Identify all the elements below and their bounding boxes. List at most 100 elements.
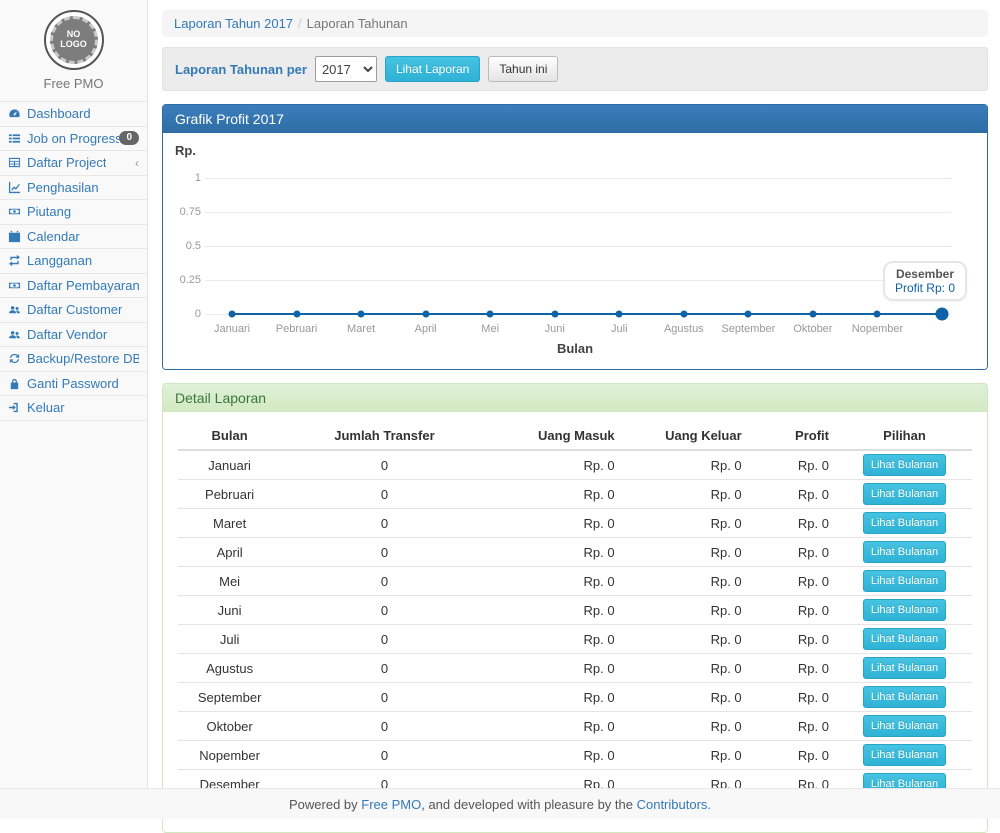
sidebar-item-label: Keluar	[27, 400, 65, 415]
cell-jt: 0	[281, 450, 487, 480]
cell-bulan: Juli	[178, 625, 281, 654]
sidebar-item-calendar[interactable]: Calendar	[0, 225, 147, 250]
data-point-agustus[interactable]	[680, 311, 687, 318]
cell-jt: 0	[281, 683, 487, 712]
x-tick-label: Juni	[545, 323, 565, 335]
data-point-pebruari[interactable]	[293, 311, 300, 318]
detail-report-panel: Detail Laporan Bulan Jumlah Transfer Uan…	[162, 383, 988, 833]
job-count-badge: 0	[119, 131, 139, 145]
year-select[interactable]: 2017	[315, 56, 377, 82]
sidebar-item-label: Piutang	[27, 204, 71, 219]
sidebar-item-label: Daftar Project	[27, 155, 106, 170]
cell-um: Rp. 0	[488, 509, 623, 538]
lihat-bulanan-button-juli[interactable]: Lihat Bulanan	[863, 628, 946, 650]
monthly-report-table: Bulan Jumlah Transfer Uang Masuk Uang Ke…	[178, 422, 972, 820]
lihat-laporan-button[interactable]: Lihat Laporan	[385, 56, 480, 82]
cell-pilihan: Lihat Bulanan	[837, 480, 972, 509]
lihat-bulanan-button-april[interactable]: Lihat Bulanan	[863, 541, 946, 563]
cell-um: Rp. 0	[488, 741, 623, 770]
lihat-bulanan-button-mei[interactable]: Lihat Bulanan	[863, 570, 946, 592]
data-point-april[interactable]	[422, 311, 429, 318]
logo-box: NO LOGO Free PMO	[0, 0, 147, 101]
cell-uk: Rp. 0	[623, 538, 750, 567]
x-tick-label: September	[721, 323, 775, 335]
sidebar-item-piutang[interactable]: Piutang	[0, 200, 147, 225]
y-tick-label: 0.5	[175, 240, 201, 252]
y-tick-label: 0	[175, 308, 201, 320]
cell-pilihan: Lihat Bulanan	[837, 567, 972, 596]
table-row: April0Rp. 0Rp. 0Rp. 0Lihat Bulanan	[178, 538, 972, 567]
lihat-bulanan-button-juni[interactable]: Lihat Bulanan	[863, 599, 946, 621]
cell-jt: 0	[281, 654, 487, 683]
sidebar-item-daftar-pembayaran[interactable]: Daftar Pembayaran	[0, 274, 147, 299]
footer-link-free-pmo[interactable]: Free PMO	[361, 797, 421, 812]
data-point-juni[interactable]	[551, 311, 558, 318]
data-point-juli[interactable]	[616, 311, 623, 318]
cell-pilihan: Lihat Bulanan	[837, 654, 972, 683]
cell-pilihan: Lihat Bulanan	[837, 596, 972, 625]
col-header-uang-keluar: Uang Keluar	[623, 422, 750, 450]
cell-bulan: Juni	[178, 596, 281, 625]
refresh-icon	[8, 352, 22, 365]
cell-uk: Rp. 0	[623, 596, 750, 625]
sidebar-item-daftar-customer[interactable]: Daftar Customer	[0, 298, 147, 323]
sidebar-item-ganti-password[interactable]: Ganti Password	[0, 372, 147, 397]
data-point-mei[interactable]	[487, 311, 494, 318]
data-point-nopember[interactable]	[874, 311, 881, 318]
sidebar-item-job-on-progress[interactable]: Job on Progress 0	[0, 127, 147, 152]
sidebar-item-label: Daftar Vendor	[27, 327, 107, 342]
lihat-bulanan-button-nopember[interactable]: Lihat Bulanan	[863, 744, 946, 766]
cell-uk: Rp. 0	[623, 712, 750, 741]
sidebar-item-daftar-project[interactable]: Daftar Project ‹	[0, 151, 147, 176]
brand-name: Free PMO	[0, 76, 147, 91]
lihat-bulanan-button-september[interactable]: Lihat Bulanan	[863, 686, 946, 708]
sidebar-item-backup-restore-db[interactable]: Backup/Restore DB	[0, 347, 147, 372]
sidebar-item-penghasilan[interactable]: Penghasilan	[0, 176, 147, 201]
profit-chart-panel: Grafik Profit 2017 Rp. 10.750.50.250 Jan…	[162, 104, 988, 370]
footer-link-contributors[interactable]: Contributors.	[637, 797, 711, 812]
chart-tooltip: Desember Profit Rp: 0	[883, 261, 967, 301]
cell-bulan: Mei	[178, 567, 281, 596]
app-window: NO LOGO Free PMO Dashboard Job on Progre…	[0, 0, 1000, 819]
cell-um: Rp. 0	[488, 712, 623, 741]
gridline-row: 0.25	[175, 272, 951, 288]
tahun-ini-button[interactable]: Tahun ini	[488, 56, 558, 82]
cell-jt: 0	[281, 567, 487, 596]
y-axis-title: Rp.	[175, 143, 196, 158]
cell-jt: 0	[281, 625, 487, 654]
cell-um: Rp. 0	[488, 654, 623, 683]
sidebar-item-langganan[interactable]: Langganan	[0, 249, 147, 274]
breadcrumb-current: Laporan Tahunan	[307, 16, 408, 31]
cell-uk: Rp. 0	[623, 509, 750, 538]
sidebar-item-keluar[interactable]: Keluar	[0, 396, 147, 421]
lihat-bulanan-button-oktober[interactable]: Lihat Bulanan	[863, 715, 946, 737]
report-filter-bar: Laporan Tahunan per 2017 Lihat Laporan T…	[162, 47, 988, 91]
data-point-desember[interactable]	[936, 308, 949, 321]
lihat-bulanan-button-januari[interactable]: Lihat Bulanan	[863, 454, 946, 476]
cell-pilihan: Lihat Bulanan	[837, 683, 972, 712]
cell-pilihan: Lihat Bulanan	[837, 450, 972, 480]
users-icon	[8, 303, 22, 316]
footer: Powered by Free PMO, and developed with …	[0, 788, 1000, 819]
cell-um: Rp. 0	[488, 625, 623, 654]
data-point-oktober[interactable]	[809, 311, 816, 318]
cell-uk: Rp. 0	[623, 741, 750, 770]
cell-pilihan: Lihat Bulanan	[837, 741, 972, 770]
table-icon	[8, 156, 22, 169]
lihat-bulanan-button-maret[interactable]: Lihat Bulanan	[863, 512, 946, 534]
cell-um: Rp. 0	[488, 683, 623, 712]
data-point-januari[interactable]	[229, 311, 236, 318]
col-header-profit: Profit	[750, 422, 837, 450]
x-tick-label: Agustus	[664, 323, 704, 335]
gridline-row: 0.5	[175, 238, 951, 254]
line-chart-icon	[8, 181, 22, 194]
cell-bulan: Oktober	[178, 712, 281, 741]
sidebar-item-dashboard[interactable]: Dashboard	[0, 102, 147, 127]
data-point-maret[interactable]	[358, 311, 365, 318]
lihat-bulanan-button-pebruari[interactable]: Lihat Bulanan	[863, 483, 946, 505]
breadcrumb-link-laporan-tahun[interactable]: Laporan Tahun 2017	[174, 16, 293, 31]
data-point-september[interactable]	[745, 311, 752, 318]
lihat-bulanan-button-agustus[interactable]: Lihat Bulanan	[863, 657, 946, 679]
cell-pilihan: Lihat Bulanan	[837, 509, 972, 538]
sidebar-item-daftar-vendor[interactable]: Daftar Vendor	[0, 323, 147, 348]
